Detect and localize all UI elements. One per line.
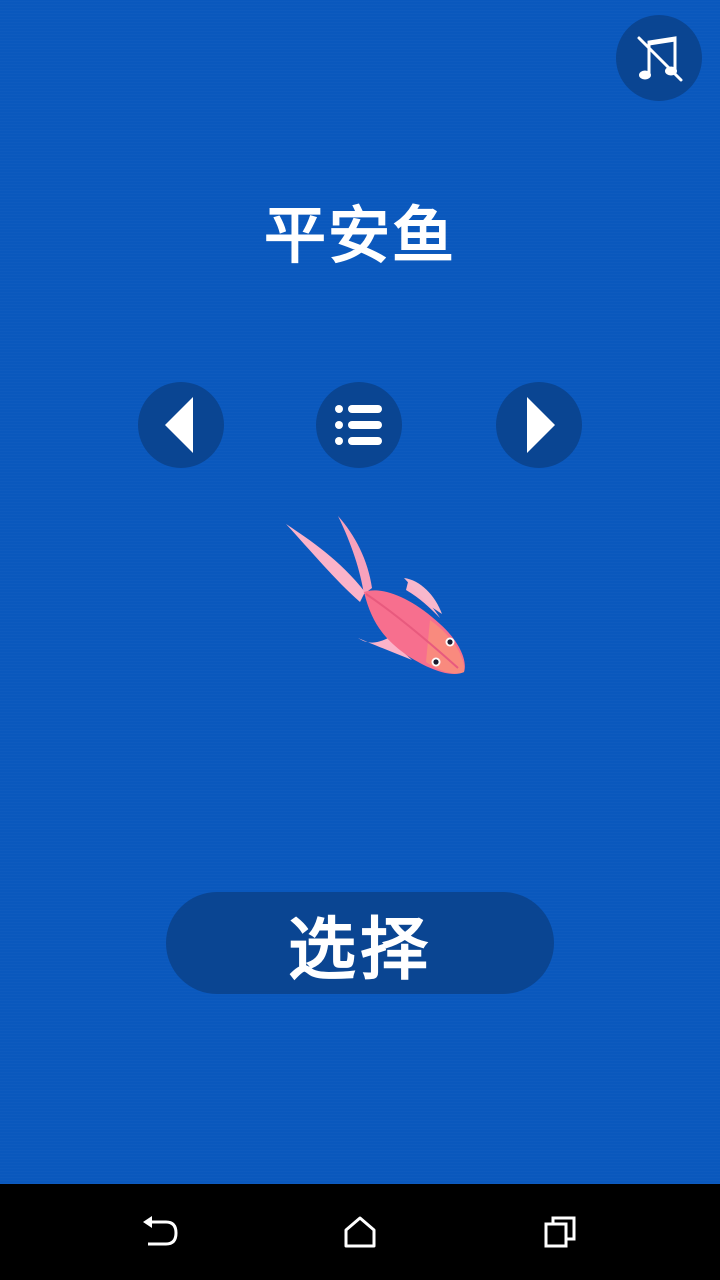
fish-name-title: 平安鱼 <box>263 199 456 272</box>
home-icon <box>344 1216 376 1248</box>
music-muted-icon <box>637 36 683 82</box>
system-navigation-bar <box>0 1184 720 1280</box>
select-fish-button[interactable]: 选择 <box>166 892 554 994</box>
back-icon <box>143 1216 178 1246</box>
nav-recent-apps-button[interactable] <box>500 1184 620 1280</box>
previous-fish-button[interactable] <box>138 382 224 468</box>
nav-back-button[interactable] <box>100 1184 220 1280</box>
recent-apps-icon <box>544 1216 576 1248</box>
list-icon <box>335 405 382 445</box>
fish-illustration <box>286 516 465 675</box>
nav-home-button[interactable] <box>300 1184 420 1280</box>
music-toggle-button[interactable] <box>616 15 702 101</box>
game-area: 平安鱼 选择 <box>0 0 720 1184</box>
triangle-left-icon <box>165 397 193 453</box>
next-fish-button[interactable] <box>496 382 582 468</box>
fish-list-button[interactable] <box>316 382 402 468</box>
triangle-right-icon <box>527 397 555 453</box>
game-screen: 平安鱼 选择 <box>0 0 720 1280</box>
select-button-label: 选择 <box>287 910 432 990</box>
